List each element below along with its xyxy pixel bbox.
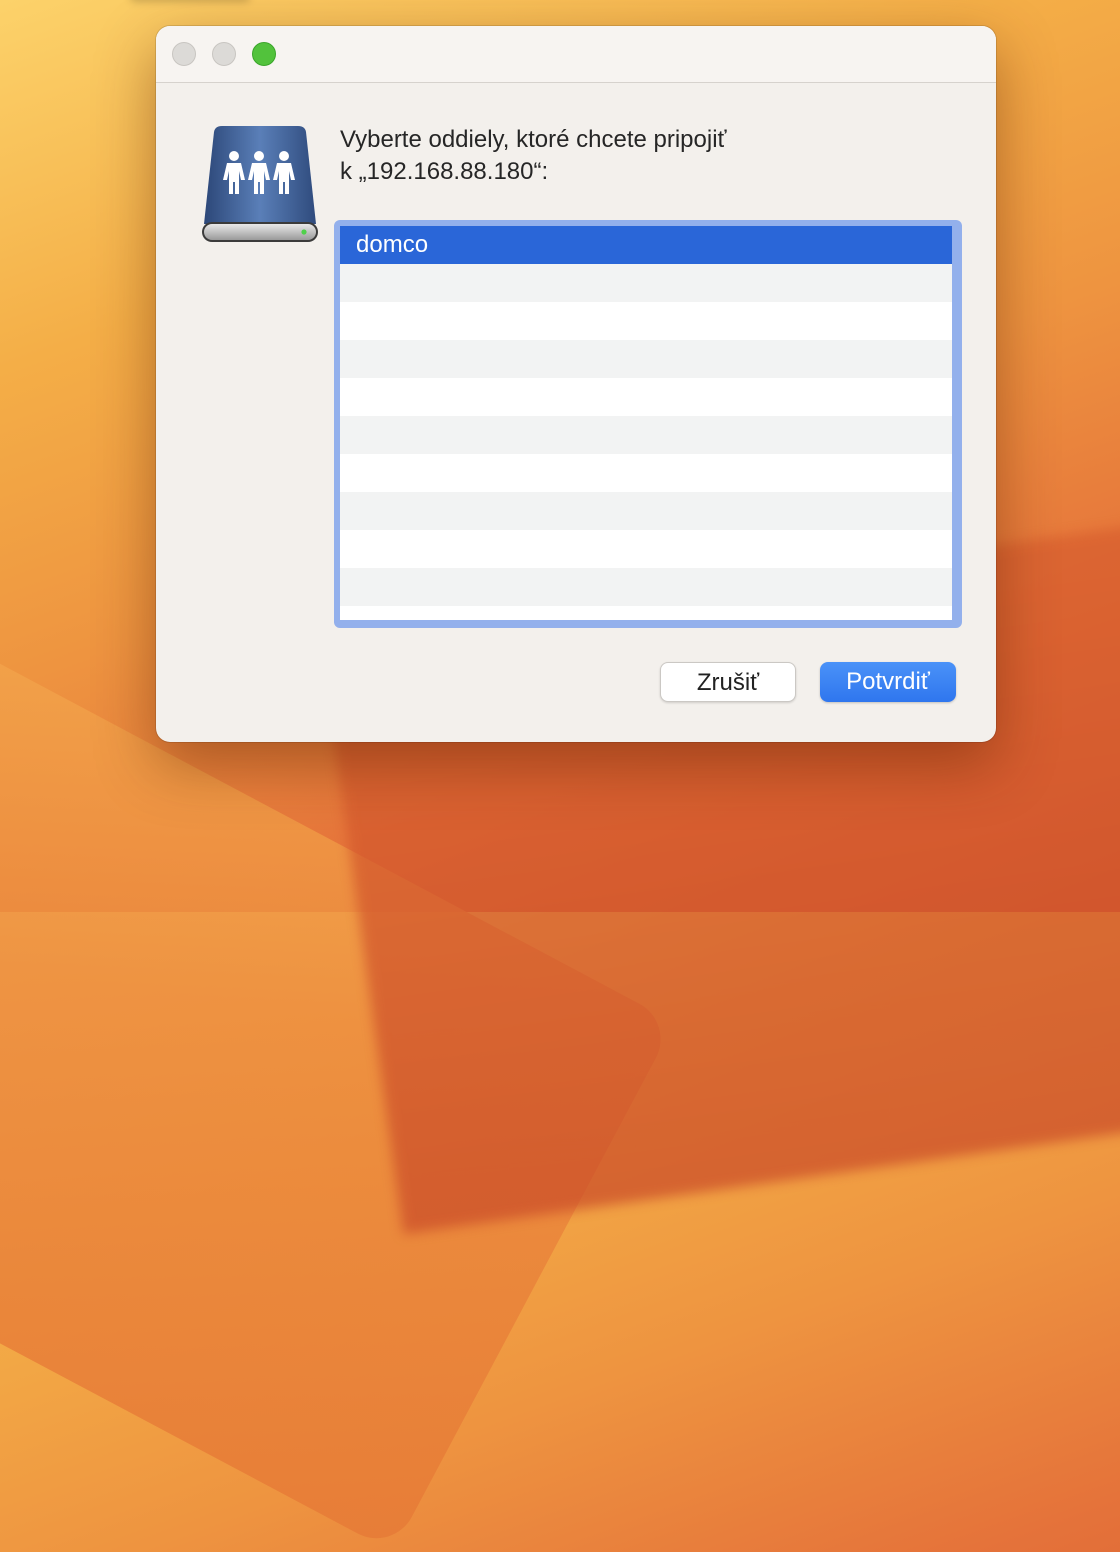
empty-row	[340, 530, 952, 568]
empty-row	[340, 454, 952, 492]
prompt-text: Vyberte oddiely, ktoré chcete pripojiť k…	[340, 124, 960, 188]
empty-row	[340, 302, 952, 340]
empty-row	[340, 264, 952, 302]
confirm-button[interactable]: Potvrdiť	[820, 662, 956, 702]
empty-row	[340, 492, 952, 530]
volume-list-focus-ring: domco	[334, 220, 962, 628]
empty-row	[340, 416, 952, 454]
titlebar	[156, 26, 996, 83]
close-button[interactable]	[172, 42, 196, 66]
prompt-line-1: Vyberte oddiely, ktoré chcete pripojiť	[340, 126, 727, 153]
volume-row[interactable]: domco	[340, 226, 952, 264]
connect-volumes-dialog: Vyberte oddiely, ktoré chcete pripojiť k…	[156, 26, 996, 742]
empty-row	[340, 378, 952, 416]
empty-row	[340, 606, 952, 620]
cancel-button[interactable]: Zrušiť	[660, 662, 796, 702]
volume-list[interactable]: domco	[340, 226, 952, 620]
shared-server-icon	[202, 126, 318, 242]
background-window-shadow	[130, 0, 250, 2]
prompt-line-2: k „192.168.88.180“:	[340, 158, 549, 185]
minimize-button[interactable]	[212, 42, 236, 66]
zoom-button[interactable]	[252, 42, 276, 66]
empty-row	[340, 568, 952, 606]
empty-row	[340, 340, 952, 378]
